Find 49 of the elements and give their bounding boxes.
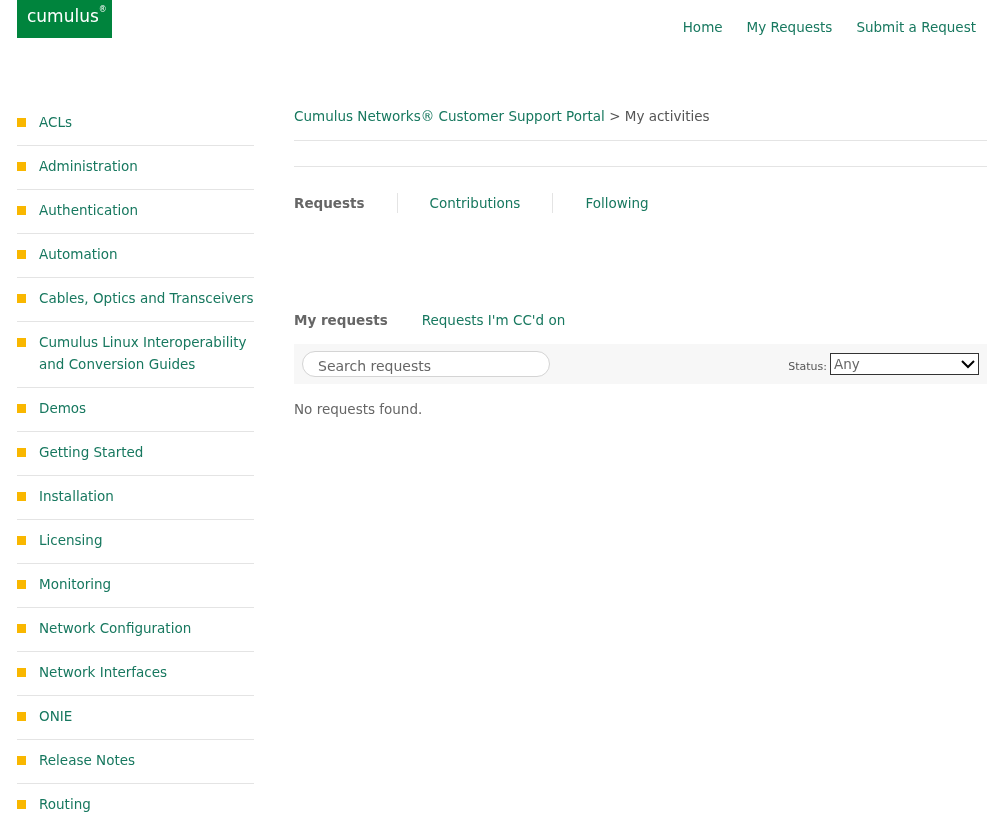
sidebar-item[interactable]: Installation bbox=[39, 485, 114, 507]
sub-tab[interactable]: My requests bbox=[294, 312, 388, 328]
bullet-icon bbox=[17, 162, 26, 171]
sidebar-item[interactable]: Routing bbox=[39, 793, 91, 815]
bullet-icon bbox=[17, 338, 26, 347]
bullet-icon bbox=[17, 404, 26, 413]
nav-link[interactable]: Home bbox=[682, 19, 723, 35]
sidebar-item[interactable]: Cables, Optics and Transceivers bbox=[39, 287, 254, 309]
sidebar-item[interactable]: Release Notes bbox=[39, 749, 136, 771]
status-label: Status: bbox=[788, 359, 827, 373]
bullet-icon bbox=[17, 250, 26, 259]
sidebar-item[interactable]: Authentication bbox=[39, 199, 139, 221]
status-dropdown[interactable]: Any bbox=[830, 353, 979, 375]
bullet-icon bbox=[17, 756, 26, 765]
bullet-icon bbox=[17, 800, 26, 809]
sidebar-item[interactable]: Administration bbox=[39, 155, 138, 177]
sidebar-item[interactable]: Network Configuration bbox=[39, 617, 192, 639]
bullet-icon bbox=[17, 624, 26, 633]
logo[interactable]: cumulus® bbox=[17, 0, 112, 38]
sidebar-item[interactable]: Automation bbox=[39, 243, 118, 265]
bullet-icon bbox=[17, 448, 26, 457]
bullet-icon bbox=[17, 712, 26, 721]
bullet-icon bbox=[17, 294, 26, 303]
search-field[interactable]: Search requests bbox=[302, 351, 550, 377]
sidebar-item[interactable]: ACLs bbox=[39, 111, 72, 133]
bullet-icon bbox=[17, 536, 26, 545]
sub-tab[interactable]: Requests I'm CC'd on bbox=[421, 312, 566, 328]
bullet-icon bbox=[17, 492, 26, 501]
bullet-icon bbox=[17, 580, 26, 589]
sidebar-item[interactable]: Network Interfaces bbox=[39, 661, 168, 683]
bullet-icon bbox=[17, 118, 26, 127]
sidebar-item[interactable]: Licensing bbox=[39, 529, 103, 551]
nav-link[interactable]: Submit a Request bbox=[856, 19, 976, 35]
tab[interactable]: Requests bbox=[294, 193, 397, 213]
empty-message: No requests found. bbox=[294, 401, 424, 417]
bullet-icon bbox=[17, 668, 26, 677]
bullet-icon bbox=[17, 206, 26, 215]
breadcrumb-current: My activities bbox=[624, 108, 710, 124]
breadcrumb-separator: > bbox=[609, 108, 621, 124]
sidebar-item[interactable]: ONIE bbox=[39, 705, 73, 727]
tab[interactable]: Contributions bbox=[396, 193, 553, 213]
sidebar-item[interactable]: Cumulus Linux Interoperability and Conversion Guides bbox=[39, 331, 254, 375]
breadcrumb-link[interactable]: Cumulus Networks® Customer Support Portal bbox=[294, 108, 605, 124]
sidebar-item[interactable]: Monitoring bbox=[39, 573, 112, 595]
chevron-down-icon bbox=[961, 359, 975, 369]
sidebar-item[interactable]: Getting Started bbox=[39, 441, 144, 463]
sidebar-item[interactable]: Demos bbox=[39, 397, 87, 419]
tab[interactable]: Following bbox=[552, 193, 681, 213]
nav-link[interactable]: My Requests bbox=[746, 19, 833, 35]
